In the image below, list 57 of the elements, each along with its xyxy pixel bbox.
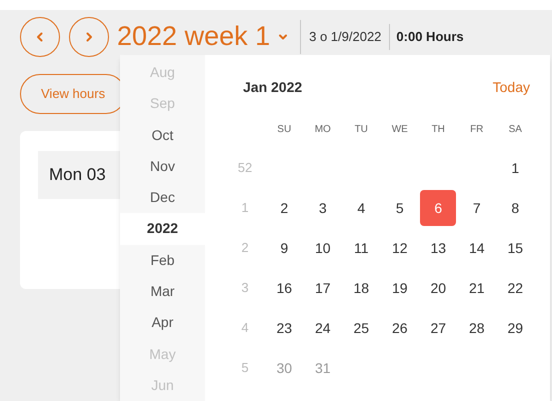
day-cell[interactable]: 21 (458, 270, 495, 306)
day-cell[interactable]: 22 (497, 270, 534, 306)
weekday-label: FR (469, 123, 484, 137)
day-cell[interactable]: 16 (266, 270, 302, 306)
day-cell[interactable]: 25 (343, 310, 380, 346)
day-cell[interactable]: 15 (497, 230, 534, 266)
month-item[interactable]: Feb (120, 244, 205, 276)
caret-icon (278, 32, 288, 42)
day-cell[interactable]: 5 (382, 190, 418, 226)
month-item[interactable]: Nov (120, 150, 205, 182)
day-cell[interactable]: 12 (382, 230, 418, 266)
day-cell[interactable]: 20 (420, 270, 456, 306)
week-number: 52 (236, 159, 254, 178)
week-number: 4 (240, 319, 250, 338)
weekday-label: TH (430, 123, 446, 137)
day-cell[interactable]: 11 (343, 230, 380, 266)
day-cell[interactable]: 18 (343, 270, 380, 306)
hours-total: 0:00 Hours (396, 28, 464, 46)
day-cell[interactable]: 7 (458, 190, 495, 226)
weekday-label: MO (314, 123, 332, 137)
week-number: 3 (240, 279, 250, 298)
day-cell[interactable]: 26 (382, 310, 418, 346)
day-cell[interactable]: 14 (458, 230, 495, 266)
day-cell[interactable]: 4 (343, 190, 380, 226)
day-cell[interactable]: 23 (266, 310, 302, 346)
month-title: Jan 2022 (242, 78, 302, 97)
day-cell[interactable]: 3 (304, 190, 341, 226)
chevron-left-icon (35, 32, 45, 42)
day-cell[interactable]: 10 (304, 230, 341, 266)
month-item[interactable]: Oct (120, 120, 205, 151)
day-label: Mon 03 (49, 164, 106, 186)
day-cell[interactable]: 8 (497, 190, 534, 226)
month-item[interactable]: Mar (120, 276, 205, 308)
weekday-label: WE (390, 123, 409, 137)
previous-button[interactable] (20, 16, 60, 56)
day-cell[interactable]: 13 (420, 230, 456, 266)
month-item[interactable]: 2022 (120, 213, 205, 245)
chevron-right-icon (84, 32, 94, 42)
day-cell[interactable]: 27 (420, 310, 456, 346)
day-cell[interactable]: 19 (382, 270, 418, 306)
day-cell[interactable]: 2 (266, 190, 302, 226)
month-item[interactable]: Dec (120, 182, 205, 214)
day-cell[interactable]: 1 (497, 150, 534, 186)
day-cell[interactable]: 24 (304, 310, 341, 346)
next-button[interactable] (69, 16, 109, 56)
week-number: 1 (240, 199, 250, 218)
date-range: 3 o 1/9/2022 (309, 28, 382, 46)
weekday-label: SU (276, 123, 292, 137)
week-number: 5 (240, 359, 250, 378)
month-item[interactable]: Apr (120, 307, 205, 338)
week-number: 2 (240, 239, 250, 258)
day-cell[interactable]: 29 (497, 310, 534, 346)
weekday-label: TU (354, 123, 369, 137)
day-cell[interactable]: 28 (458, 310, 495, 346)
weekday-label: SA (508, 123, 523, 137)
day-cell[interactable]: 9 (266, 230, 302, 266)
day-cell[interactable]: 17 (304, 270, 341, 306)
